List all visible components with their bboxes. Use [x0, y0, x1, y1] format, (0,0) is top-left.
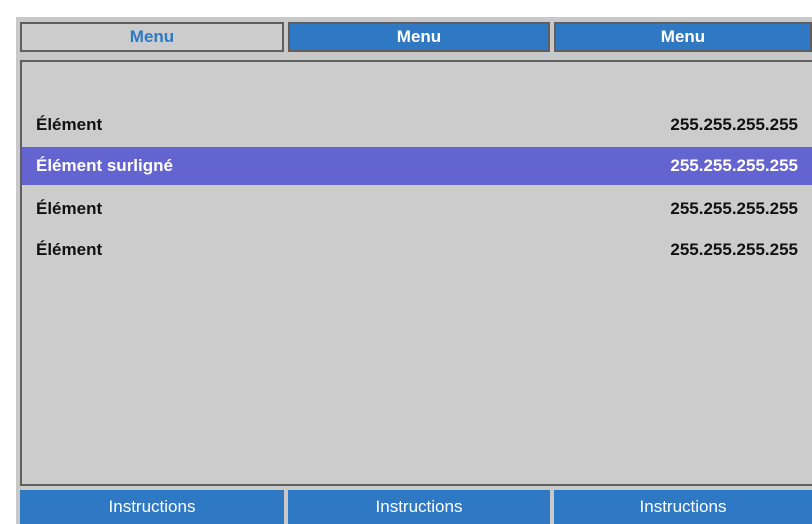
- tab-menu-3[interactable]: Menu: [554, 22, 812, 52]
- menu-item-value: 255.255.255.255: [670, 199, 798, 218]
- menu-item-label: Élément: [36, 199, 103, 218]
- menu-item[interactable]: Élément 255.255.255.255: [22, 190, 812, 228]
- footer-label: Instructions: [639, 497, 727, 516]
- menu-item[interactable]: Élément 255.255.255.255: [22, 106, 812, 144]
- tab-label: Menu: [660, 27, 706, 46]
- menu-item[interactable]: Élément 255.255.255.255: [22, 231, 812, 269]
- menu-item-label: Élément surligné: [36, 156, 173, 175]
- menu-item-highlighted[interactable]: Élément surligné 255.255.255.255: [22, 147, 812, 185]
- footer-label: Instructions: [108, 497, 196, 516]
- menu-item-value: 255.255.255.255: [670, 240, 798, 259]
- tab-label: Menu: [129, 27, 175, 46]
- footer-instructions-2: Instructions: [288, 490, 550, 524]
- menu-item-value: 255.255.255.255: [670, 156, 798, 175]
- footer-instructions-1: Instructions: [20, 490, 284, 524]
- footer-instructions-3: Instructions: [554, 490, 812, 524]
- menu-item-label: Élément: [36, 115, 103, 134]
- footer-label: Instructions: [375, 497, 463, 516]
- tab-menu-1[interactable]: Menu: [20, 22, 284, 52]
- menu-item-label: Élément: [36, 240, 103, 259]
- menu-item-value: 255.255.255.255: [670, 115, 798, 134]
- tab-label: Menu: [396, 27, 442, 46]
- tab-menu-2[interactable]: Menu: [288, 22, 550, 52]
